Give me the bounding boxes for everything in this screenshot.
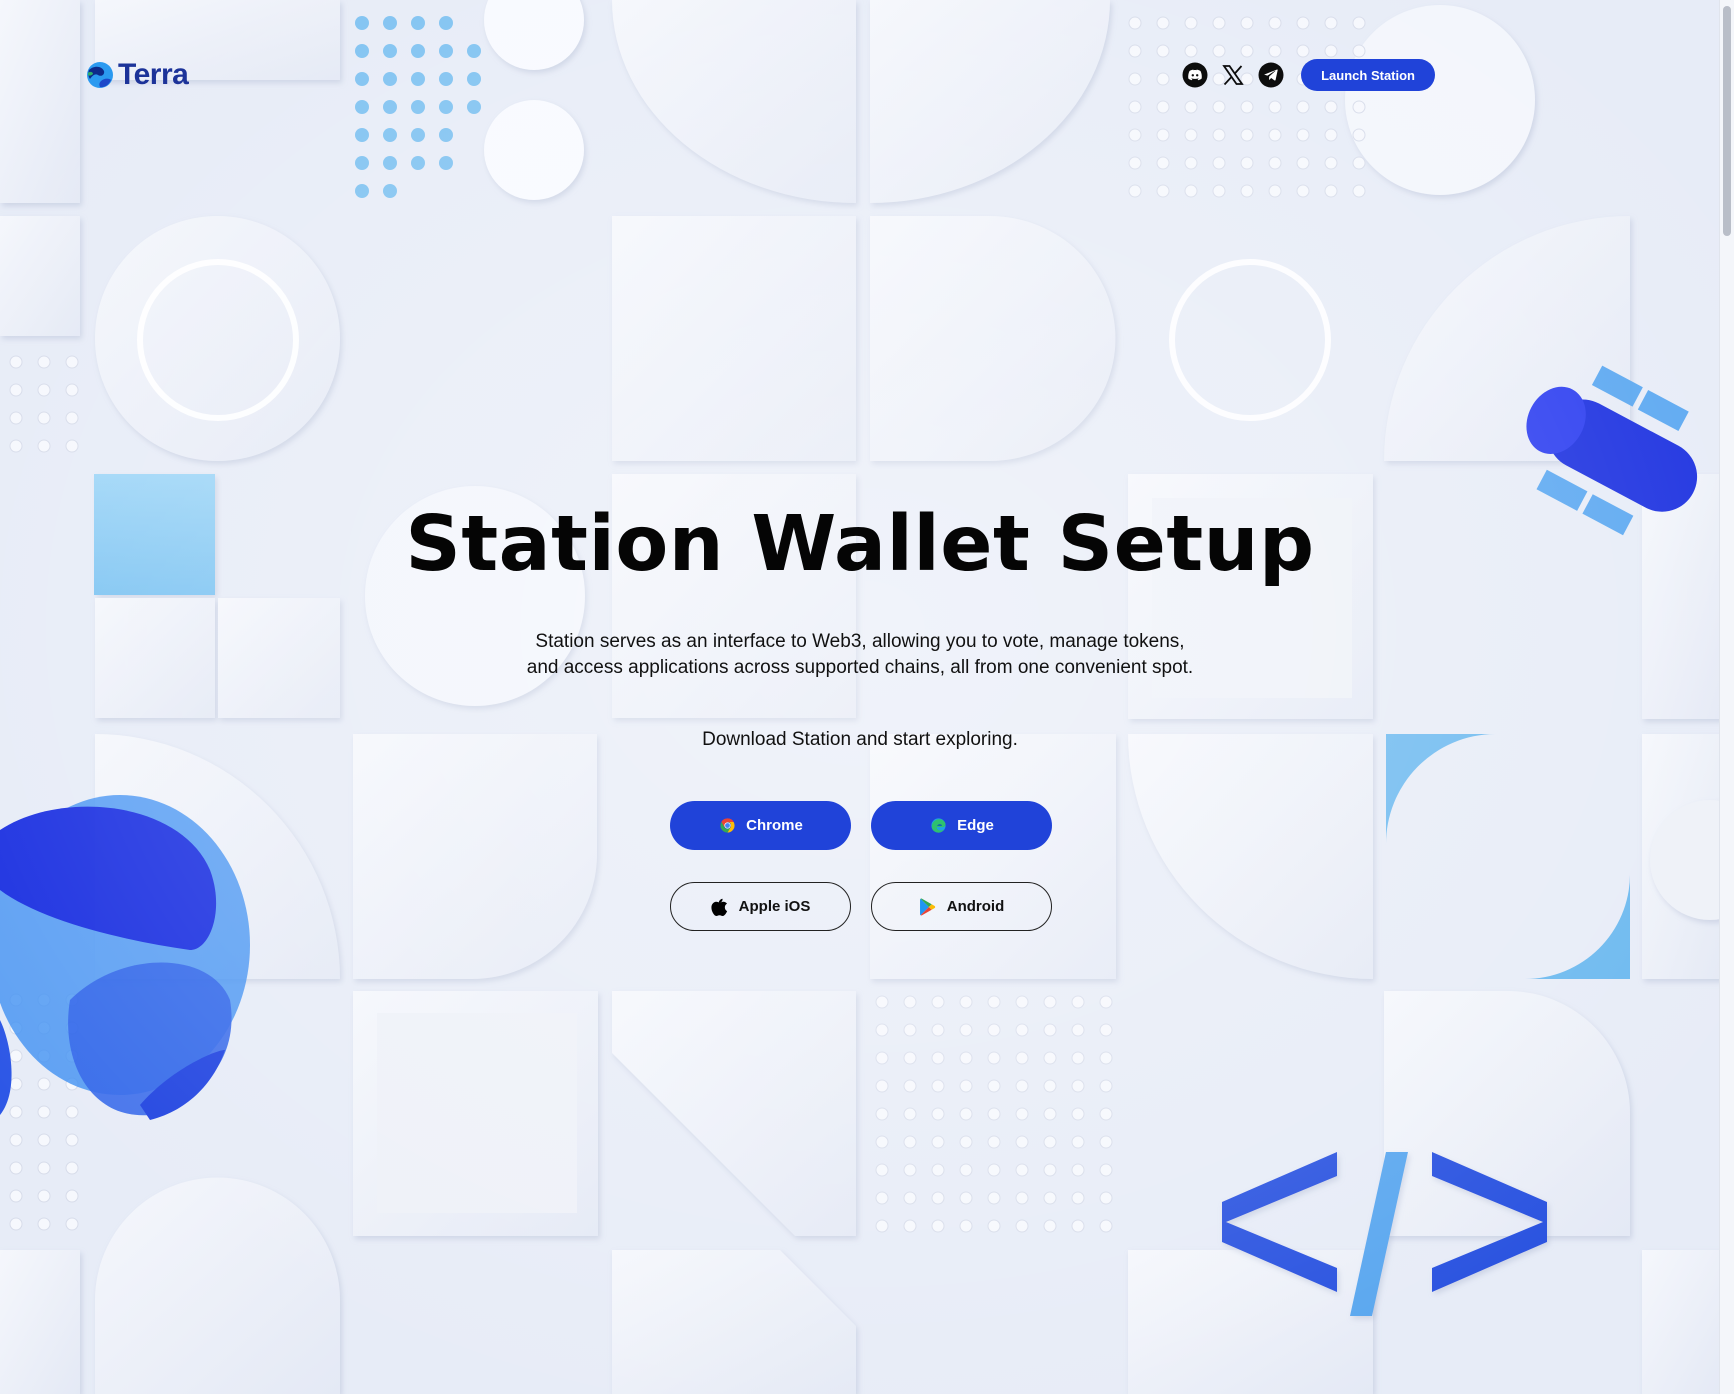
header-actions: Launch Station [1181, 59, 1435, 91]
page-title: Station Wallet Setup [405, 500, 1315, 589]
chrome-download-button[interactable]: Chrome [670, 801, 851, 850]
launch-station-button[interactable]: Launch Station [1301, 59, 1435, 91]
terra-planet-icon [87, 62, 113, 88]
download-buttons: Chrome Edge Apple iOS Android [670, 801, 1052, 931]
telegram-icon[interactable] [1257, 61, 1285, 89]
terra-logo[interactable]: Terra [86, 58, 189, 92]
hero-description: Station serves as an interface to Web3, … [480, 629, 1240, 681]
google-play-icon [919, 898, 937, 916]
scrollbar[interactable] [1719, 0, 1734, 1394]
apple-icon [711, 898, 729, 916]
scrollbar-thumb[interactable] [1723, 6, 1731, 236]
x-icon[interactable] [1219, 61, 1247, 89]
ios-download-button[interactable]: Apple iOS [670, 882, 851, 931]
android-label: Android [946, 898, 1005, 915]
edge-label: Edge [957, 817, 994, 834]
brand-name: Terra [118, 58, 189, 91]
site-header: Terra Launch Station [0, 0, 1720, 150]
discord-icon[interactable] [1181, 61, 1209, 89]
edge-icon [929, 817, 947, 835]
hero-section: Station Wallet Setup Station serves as a… [0, 500, 1720, 751]
chrome-label: Chrome [746, 817, 803, 834]
android-download-button[interactable]: Android [871, 882, 1052, 931]
edge-download-button[interactable]: Edge [871, 801, 1052, 850]
hero-description-line-1: Station serves as an interface to Web3, … [535, 631, 1185, 652]
download-prompt: Download Station and start exploring. [702, 729, 1018, 750]
chrome-icon [718, 817, 736, 835]
ios-label: Apple iOS [738, 898, 811, 915]
hero-description-line-2: and access applications across supported… [526, 657, 1194, 678]
